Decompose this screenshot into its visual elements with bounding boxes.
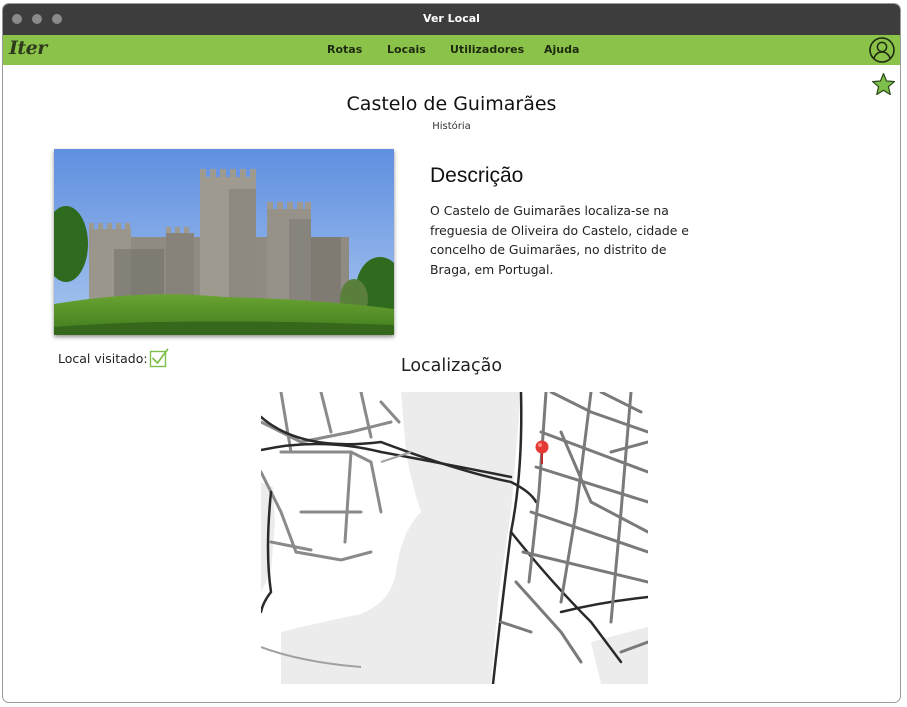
title-bar: Ver Local <box>3 4 900 35</box>
navbar: Iter Rotas Locais Utilizadores Ajuda <box>3 35 900 65</box>
location-heading: Localização <box>400 356 503 376</box>
nav-item-utilizadores[interactable]: Utilizadores <box>450 43 524 56</box>
window-title: Ver Local <box>423 12 480 25</box>
nav-item-rotas[interactable]: Rotas <box>327 43 362 56</box>
place-photo <box>54 149 394 335</box>
app-window: Ver Local Iter Rotas Locais Utilizadores… <box>2 3 901 703</box>
place-title: Castelo de Guimarães <box>346 93 557 115</box>
location-map[interactable] <box>261 392 648 684</box>
map-pin-icon <box>535 440 549 464</box>
app-logo[interactable]: Iter <box>9 37 47 59</box>
description-text: O Castelo de Guimarães localiza-se na fr… <box>430 203 689 277</box>
place-category: História <box>432 121 471 132</box>
description-heading: Descrição <box>430 164 524 187</box>
nav-item-ajuda[interactable]: Ajuda <box>544 43 579 56</box>
nav-item-locais[interactable]: Locais <box>387 43 426 56</box>
user-icon[interactable] <box>869 37 895 63</box>
